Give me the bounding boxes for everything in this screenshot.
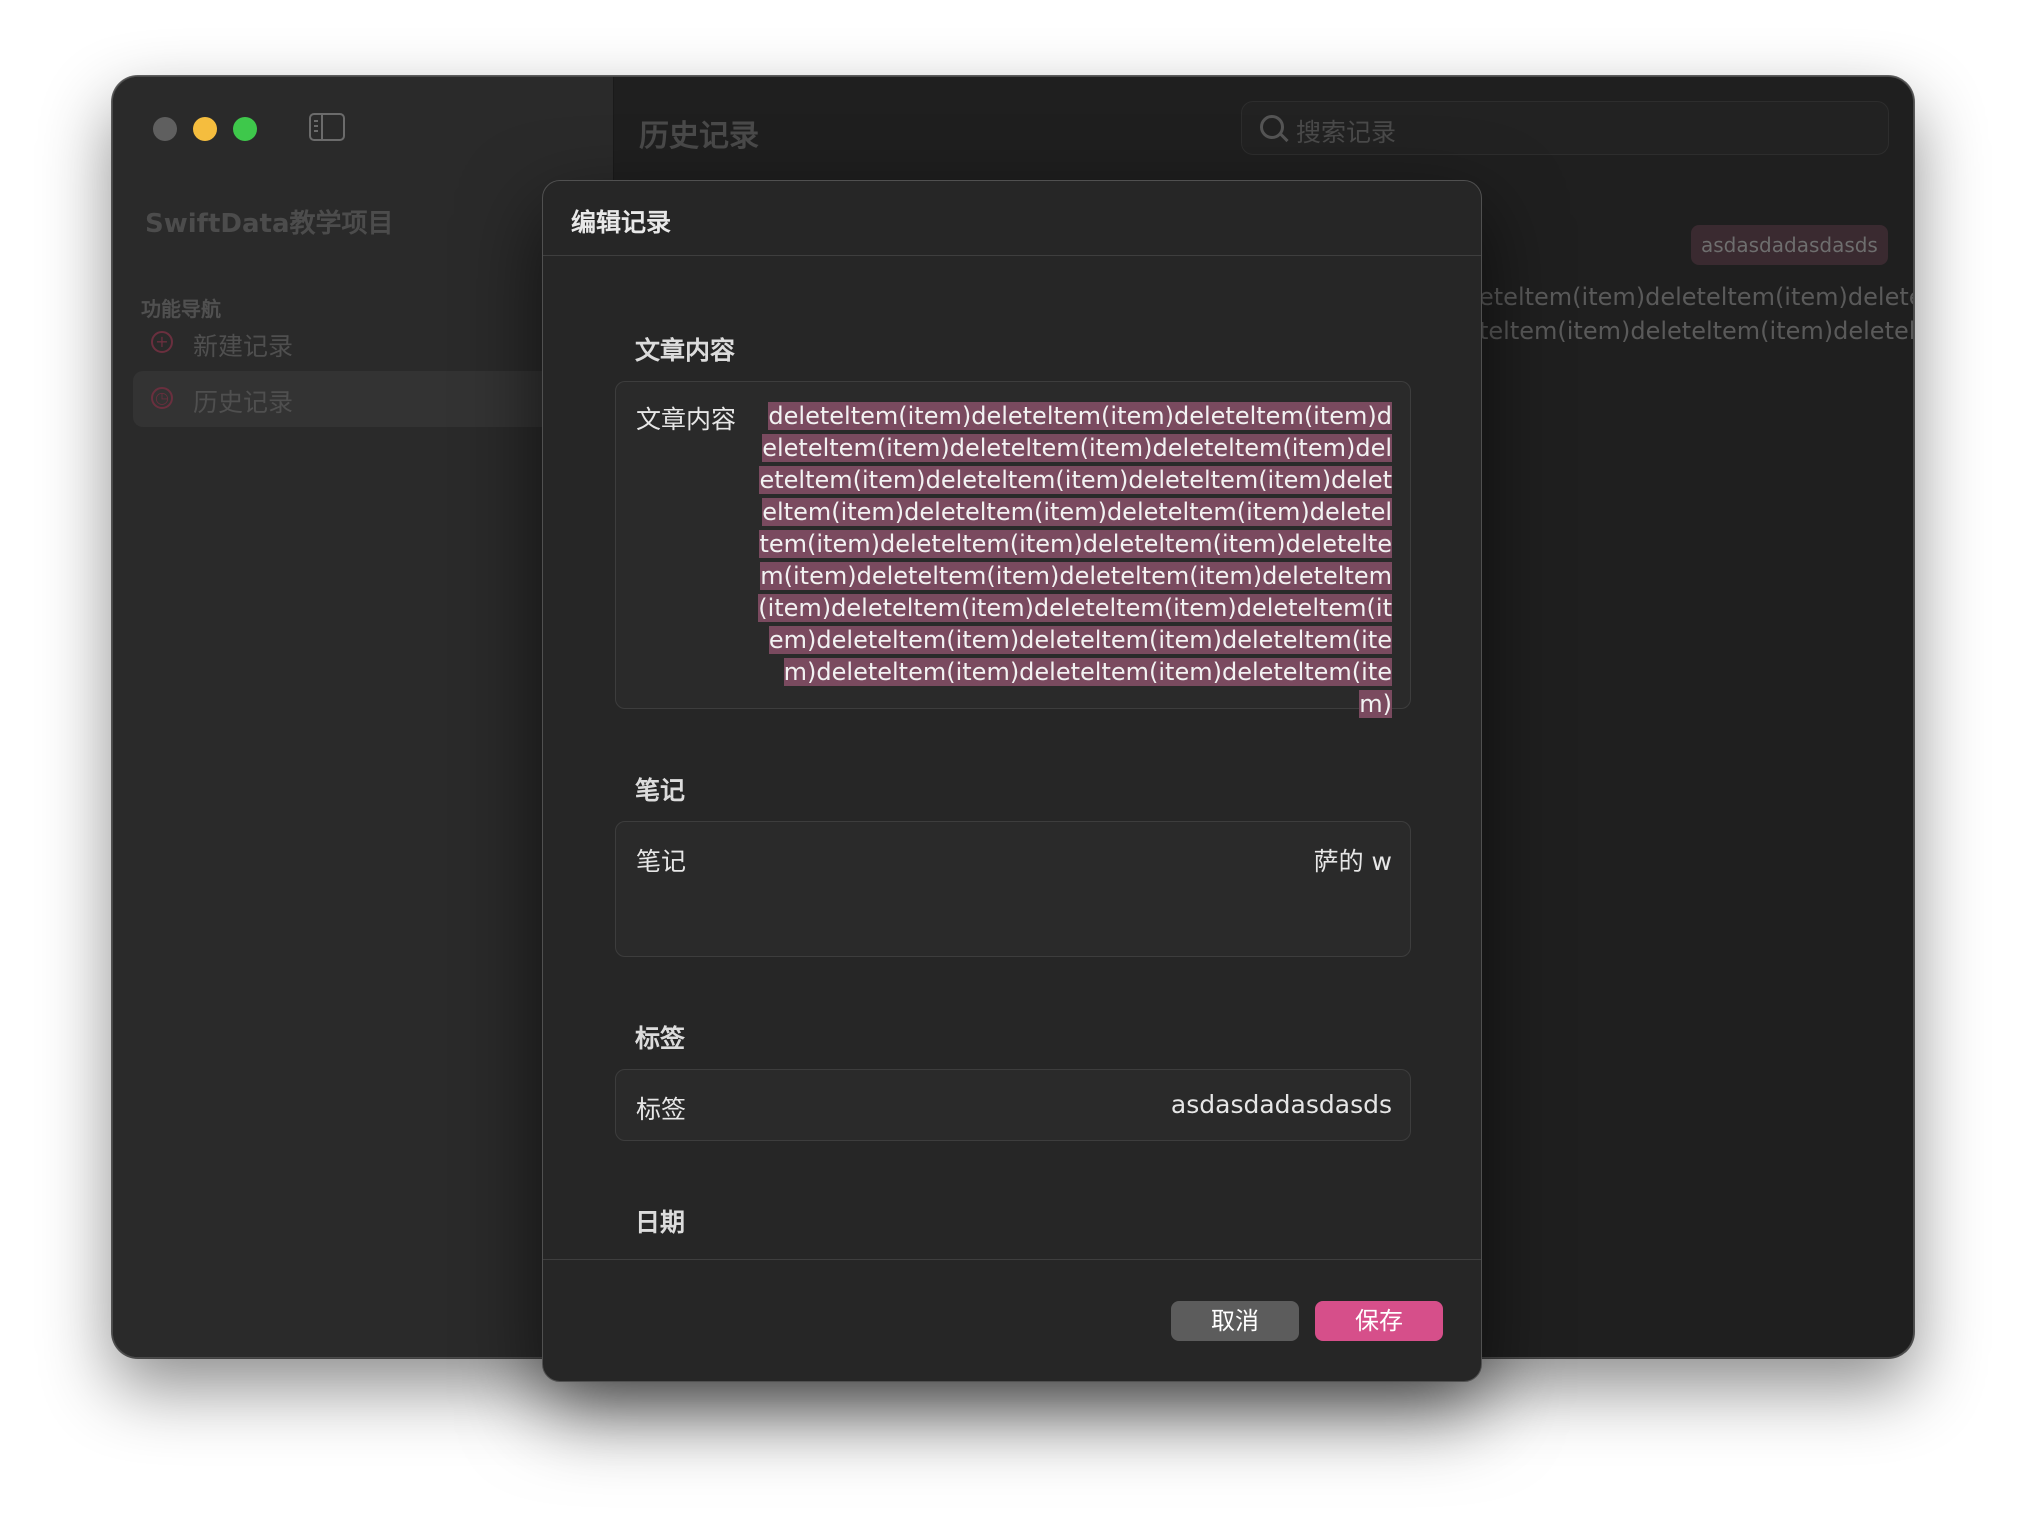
record-preview-line[interactable]: teltem(item)deleteltem(item)deleteltem(i… [1479, 317, 1913, 345]
search-input[interactable]: 搜索记录 [1241, 101, 1889, 155]
sidebar-item-label: 新建记录 [193, 332, 294, 361]
divider [543, 255, 1481, 256]
search-placeholder: 搜索记录 [1296, 118, 1397, 147]
tag-value: asdasdadasdasds [1170, 1090, 1392, 1119]
content-section-title: 文章内容 [635, 336, 736, 365]
search-icon [1260, 115, 1284, 139]
notes-field-label: 笔记 [636, 847, 687, 876]
sidebar: SwiftData教学项目 功能导航 + 新建记录 ◷ 历史记录 [113, 77, 614, 1357]
content-value: deleteltem(item)deleteltem(item)deletelt… [758, 402, 1392, 718]
minimize-window-button[interactable] [193, 117, 217, 141]
zoom-window-button[interactable] [233, 117, 257, 141]
page-title: 历史记录 [639, 119, 759, 154]
sidebar-toggle-icon[interactable] [309, 113, 345, 141]
save-button[interactable]: 保存 [1315, 1301, 1443, 1341]
record-tag-badge: asdasdadasdasds [1691, 225, 1888, 265]
notes-value: 萨的 w [1313, 847, 1392, 876]
notes-section-title: 笔记 [635, 776, 686, 805]
dialog-title: 编辑记录 [571, 208, 672, 237]
close-window-button[interactable] [153, 117, 177, 141]
record-preview-line[interactable]: eteltem(item)deleteltem(item)deleteltem(… [1479, 283, 1913, 311]
tag-section-title: 标签 [635, 1024, 686, 1053]
project-title: SwiftData教学项目 [145, 209, 394, 239]
plus-circle-icon: + [151, 331, 173, 353]
divider [543, 1259, 1481, 1260]
tag-field-label: 标签 [636, 1095, 687, 1124]
clock-icon: ◷ [151, 387, 173, 409]
content-field-label: 文章内容 [636, 405, 737, 434]
sidebar-item-new-record[interactable]: + 新建记录 [133, 315, 593, 371]
content-field[interactable]: 文章内容 deleteltem(item)deleteltem(item)del… [615, 381, 1411, 718]
tag-field[interactable]: 标签 asdasdadasdasds [615, 1069, 1411, 1141]
sidebar-item-history[interactable]: ◷ 历史记录 [133, 371, 593, 427]
sidebar-item-label: 历史记录 [193, 388, 294, 417]
date-section-title: 日期 [635, 1208, 686, 1237]
cancel-button[interactable]: 取消 [1171, 1301, 1299, 1341]
notes-field[interactable]: 笔记 萨的 w [615, 821, 1411, 957]
content-textarea[interactable]: deleteltem(item)deleteltem(item)deletelt… [756, 400, 1392, 720]
edit-record-dialog: 编辑记录 文章内容 文章内容 deleteltem(item)deletelte… [542, 180, 1482, 1382]
